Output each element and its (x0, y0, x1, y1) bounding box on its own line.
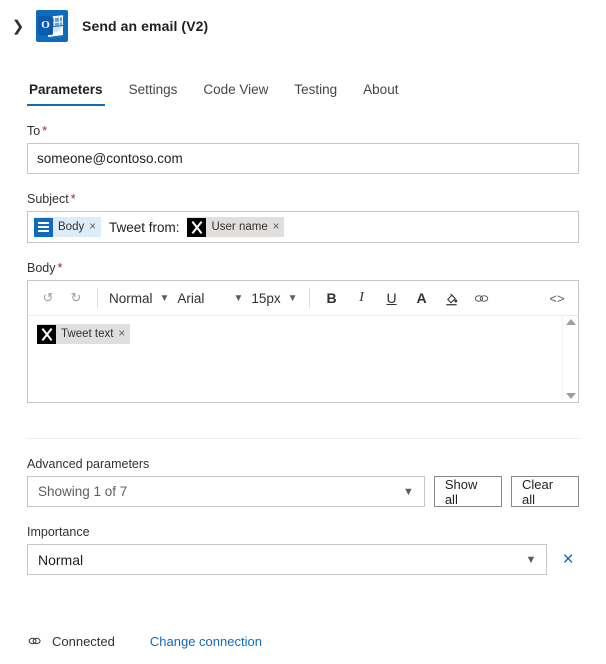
importance-select[interactable]: Normal ▼ (27, 544, 548, 575)
tab-parameters[interactable]: Parameters (27, 82, 105, 106)
connection-status: Connected (52, 633, 115, 649)
font-size-value: 15px (251, 290, 281, 306)
panel-header: ❯ O Send an email (V2) (0, 0, 606, 52)
chevron-down-icon: ▼ (159, 292, 170, 304)
body-label: Body * (27, 261, 579, 275)
chevron-right-icon[interactable]: ❯ (6, 14, 30, 38)
body-required-marker: * (57, 261, 63, 275)
outlook-icon-letter: O (38, 16, 53, 35)
x-logo-icon (37, 324, 56, 344)
to-required-marker: * (42, 124, 48, 138)
body-editor-content[interactable]: Tweet text × (28, 316, 578, 402)
chevron-down-icon: ▼ (287, 292, 298, 304)
code-view-icon[interactable]: <> (542, 285, 572, 312)
field-advanced-parameters: Advanced parameters Showing 1 of 7 ▼ Sho… (27, 457, 579, 507)
advanced-parameters-value: Showing 1 of 7 (38, 484, 128, 499)
chevron-down-icon: ▼ (525, 553, 537, 566)
scroll-up-arrow-icon[interactable] (565, 319, 576, 325)
change-connection-link[interactable]: Change connection (150, 634, 262, 649)
importance-row: Normal ▼ × (27, 544, 579, 575)
font-family-value: Arial (177, 290, 205, 306)
scroll-down-arrow-icon[interactable] (565, 393, 576, 399)
to-label: To * (27, 124, 579, 138)
to-label-text: To (27, 124, 41, 138)
link-icon (27, 633, 43, 649)
undo-icon[interactable]: ↺ (34, 285, 62, 312)
advanced-parameters-select[interactable]: Showing 1 of 7 ▼ (27, 476, 425, 507)
importance-value: Normal (38, 551, 84, 568)
subject-literal-text: Tweet from: (108, 219, 180, 235)
token-user-name-label: User name (211, 221, 268, 233)
show-all-button[interactable]: Show all (433, 476, 502, 507)
outlook-icon: O (36, 10, 68, 42)
field-body: Body * ↺ ↻ Normal ▼ Arial ▼ 15px ▼ B I U… (27, 261, 579, 403)
tab-bar: Parameters Settings Code View Testing Ab… (0, 68, 606, 106)
link-icon[interactable] (467, 285, 497, 312)
chevron-down-icon: ▼ (233, 292, 244, 304)
subject-input[interactable]: Body × Tweet from: User name × (27, 211, 579, 243)
paragraph-style-select[interactable]: Normal ▼ (105, 285, 173, 312)
token-body[interactable]: Body × (34, 217, 101, 237)
field-importance: Importance Normal ▼ × (27, 525, 579, 575)
to-input-value: someone@contoso.com (37, 151, 183, 166)
font-family-select[interactable]: Arial ▼ (173, 285, 247, 312)
bold-icon[interactable]: B (317, 285, 347, 312)
redo-icon[interactable]: ↻ (62, 285, 90, 312)
clear-all-button[interactable]: Clear all (511, 476, 579, 507)
tab-code-view[interactable]: Code View (201, 82, 270, 106)
tab-settings[interactable]: Settings (127, 82, 180, 106)
toolbar-divider-1 (97, 288, 98, 308)
field-to: To * someone@contoso.com (27, 124, 579, 174)
token-user-name-remove-icon[interactable]: × (273, 221, 280, 233)
importance-label: Importance (27, 525, 90, 539)
section-divider (27, 438, 579, 439)
body-label-text: Body (27, 261, 56, 275)
token-tweet-text[interactable]: Tweet text × (37, 324, 131, 344)
tab-about[interactable]: About (361, 82, 400, 106)
advanced-parameters-row: Showing 1 of 7 ▼ Show all Clear all (27, 476, 579, 507)
highlight-color-icon[interactable] (437, 285, 467, 312)
font-size-select[interactable]: 15px ▼ (247, 285, 301, 312)
token-body-remove-icon[interactable]: × (89, 221, 96, 233)
chevron-down-icon: ▼ (402, 485, 414, 498)
x-logo-icon (187, 217, 207, 237)
underline-icon[interactable]: U (377, 285, 407, 312)
italic-icon[interactable]: I (347, 285, 377, 312)
toolbar-divider-2 (308, 288, 310, 308)
field-subject: Subject * Body × Tweet from: User name × (27, 192, 579, 243)
advanced-section: Advanced parameters Showing 1 of 7 ▼ Sho… (0, 457, 606, 575)
subject-label: Subject * (27, 192, 579, 206)
page-title: Send an email (V2) (82, 18, 209, 34)
token-tweet-text-label: Tweet text (61, 328, 114, 340)
tab-testing[interactable]: Testing (292, 82, 339, 106)
advanced-parameters-label: Advanced parameters (27, 457, 150, 471)
parameters-form: To * someone@contoso.com Subject * Body × … (0, 124, 606, 403)
editor-toolbar: ↺ ↻ Normal ▼ Arial ▼ 15px ▼ B I U A <> (28, 281, 578, 316)
token-user-name[interactable]: User name × (187, 217, 285, 237)
token-body-label: Body (58, 221, 85, 233)
paragraph-style-value: Normal (109, 290, 153, 306)
subject-required-marker: * (70, 192, 76, 206)
body-lines-icon (34, 217, 53, 237)
connection-footer: Connected Change connection (27, 633, 262, 649)
importance-clear-icon[interactable]: × (557, 549, 579, 571)
token-tweet-text-remove-icon[interactable]: × (118, 328, 125, 340)
subject-label-text: Subject (27, 192, 69, 206)
to-input[interactable]: someone@contoso.com (27, 143, 579, 174)
font-color-icon[interactable]: A (407, 285, 437, 312)
body-editor-scrollbar[interactable] (562, 316, 578, 402)
body-rich-editor: ↺ ↻ Normal ▼ Arial ▼ 15px ▼ B I U A <> T… (27, 280, 579, 403)
